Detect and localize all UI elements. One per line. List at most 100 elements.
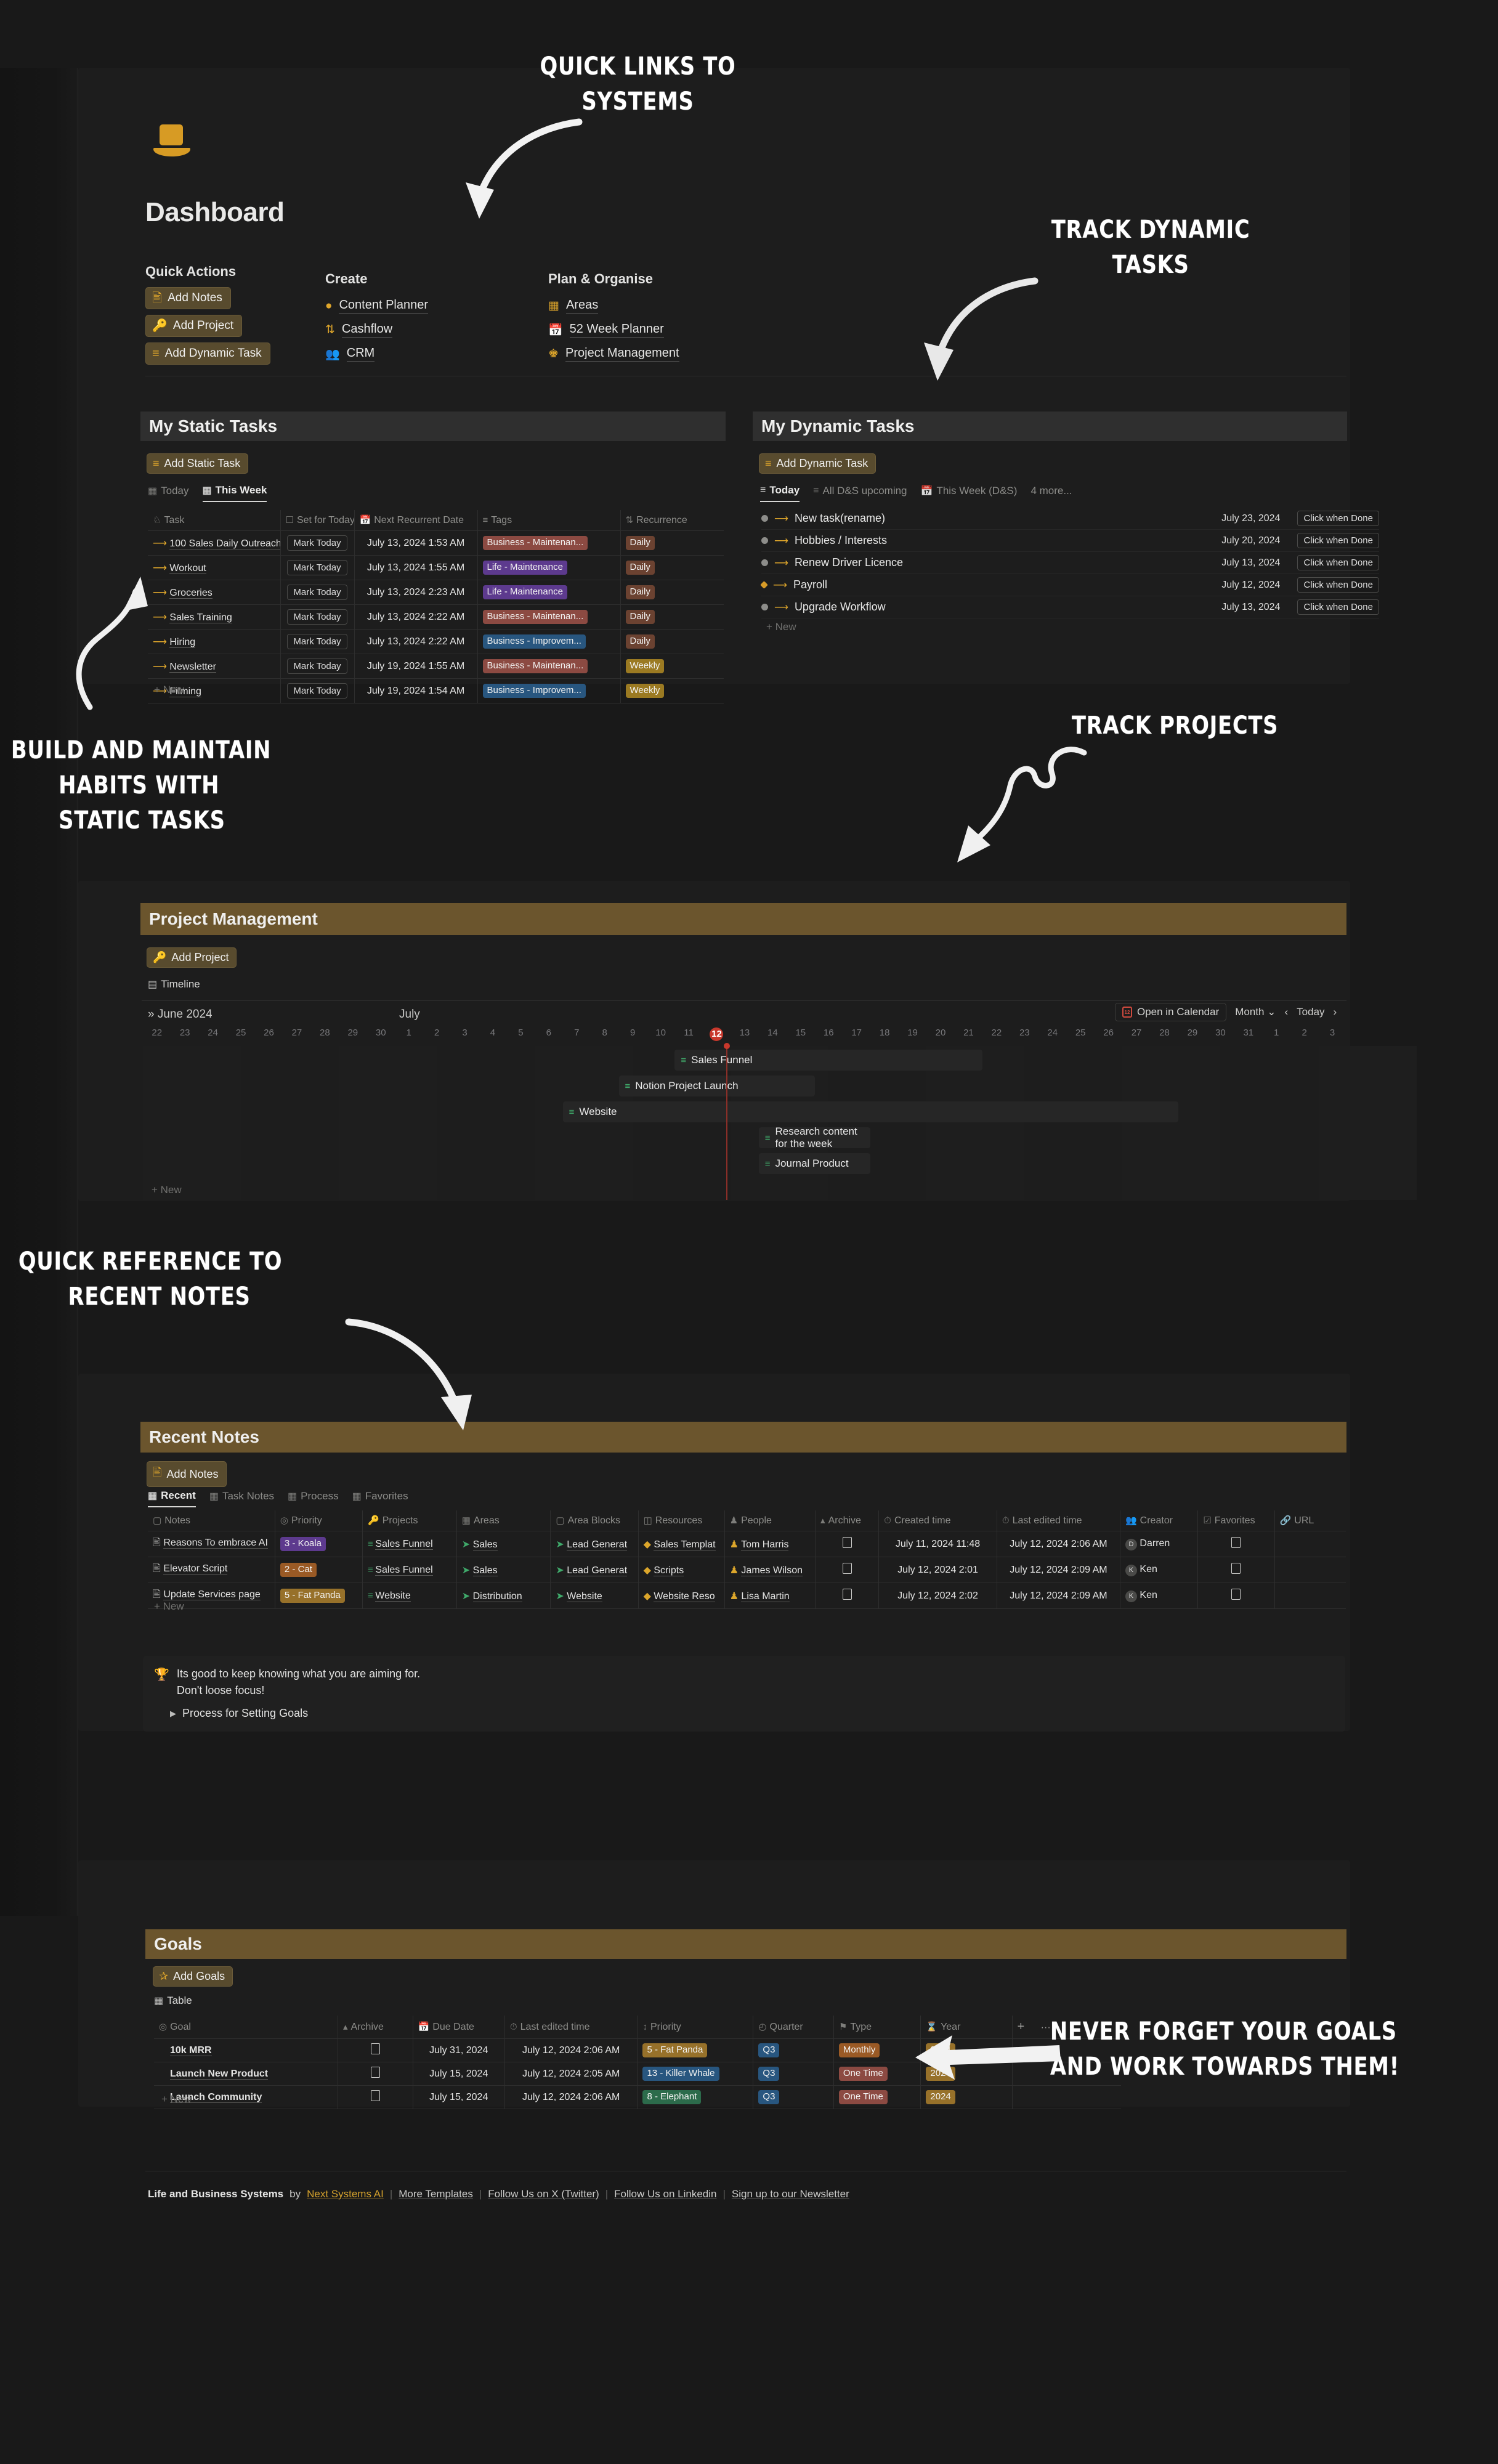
link-areas[interactable]: ▦ Areas xyxy=(548,298,679,314)
link-content-planner[interactable]: ● Content Planner xyxy=(325,298,429,314)
list-item[interactable]: ⟶ New task(rename) July 23, 2024 Click when… xyxy=(761,508,1379,530)
add-goals-button[interactable]: ✰ Add Goals xyxy=(153,1966,233,1987)
col-next-recurrent-date[interactable]: 📅 Next Recurrent Date xyxy=(354,510,478,531)
cell-note[interactable]: 🖹 Elevator Script xyxy=(148,1557,275,1583)
click-when-done-button[interactable]: Click when Done xyxy=(1297,511,1379,526)
cell-resource[interactable]: ◆ Website Reso xyxy=(638,1583,725,1609)
cell-quarter[interactable]: Q3 xyxy=(753,2062,834,2086)
col-notes[interactable]: ▢ Notes xyxy=(148,1510,275,1531)
cell-url[interactable] xyxy=(1274,1557,1346,1583)
col-priority[interactable]: ↕ Priority xyxy=(637,2016,754,2039)
cell-area-block[interactable]: ➤ Website xyxy=(550,1583,639,1609)
cell-task[interactable]: ⟶ Workout xyxy=(148,555,281,580)
table-row[interactable]: Launch Community July 15, 2024 July 12, 20… xyxy=(154,2085,1121,2109)
timeline-today-button[interactable]: Today xyxy=(1297,1006,1324,1018)
col-people[interactable]: ♟ People xyxy=(724,1510,816,1531)
timeline-bar[interactable]: ≡ Research content for the week xyxy=(758,1127,871,1148)
cell-archive[interactable] xyxy=(338,2038,413,2062)
cell-person[interactable]: ♟ Tom Harris xyxy=(724,1531,816,1557)
tab-static-today[interactable]: ▦ Today xyxy=(148,485,189,501)
cell-area-block[interactable]: ➤ Lead Generat xyxy=(550,1557,639,1583)
timeline-bar[interactable]: ≡ Notion Project Launch xyxy=(618,1076,815,1096)
col-resources[interactable]: ◫ Resources xyxy=(638,1510,725,1531)
cell-archive[interactable] xyxy=(815,1557,880,1583)
cell-person[interactable]: ♟ James Wilson xyxy=(724,1557,816,1583)
tab-dyn-more[interactable]: 4 more... xyxy=(1030,485,1072,501)
cell-priority[interactable]: 2 - Cat xyxy=(275,1557,363,1583)
timeline-next-button[interactable]: › xyxy=(1334,1006,1337,1018)
cell-set-for-today[interactable]: Mark Today xyxy=(280,604,355,630)
table-row[interactable]: 10k MRR July 31, 2024 July 12, 2024 2:06 A… xyxy=(154,2038,1121,2062)
add-notes-button[interactable]: 🖹 Add Notes xyxy=(145,287,231,309)
add-project-button-2[interactable]: 🔑 Add Project xyxy=(147,947,237,968)
cell-year[interactable]: 2024 xyxy=(920,2085,1013,2109)
col-type[interactable]: ⚑ Type xyxy=(833,2016,921,2039)
footer-link-linkedin[interactable]: Follow Us on Linkedin xyxy=(614,2188,716,2200)
cell-recurrence[interactable]: Daily xyxy=(620,604,724,630)
tab-static-this-week[interactable]: ▦ This Week xyxy=(202,484,267,502)
timeline-bar[interactable]: ≡ Journal Product xyxy=(758,1153,871,1174)
table-row[interactable]: ⟶ Hiring Mark Today July 13, 2024 2:22 AM B… xyxy=(148,629,724,654)
cell-set-for-today[interactable]: Mark Today xyxy=(280,629,355,654)
col-last-edited-time[interactable]: ⏱ Last edited time xyxy=(504,2016,638,2039)
col-goal[interactable]: ◎ Goal xyxy=(154,2016,339,2039)
cell-task[interactable]: ⟶ Newsletter xyxy=(148,654,281,679)
cell-recurrence[interactable]: Weekly xyxy=(620,678,724,703)
cell-task[interactable]: ⟶ Sales Training xyxy=(148,604,281,630)
cell-favorites[interactable] xyxy=(1197,1583,1275,1609)
cell-year[interactable]: 2024 xyxy=(920,2062,1013,2086)
recent-notes-new-row[interactable]: + New xyxy=(154,1600,184,1613)
tab-dyn-all-upcoming[interactable]: ≡ All D&S upcoming xyxy=(813,485,907,501)
col-priority[interactable]: ◎ Priority xyxy=(275,1510,363,1531)
timeline-prev-button[interactable]: ‹ xyxy=(1285,1006,1289,1018)
click-when-done-button[interactable]: Click when Done xyxy=(1297,555,1379,570)
table-row[interactable]: ⟶ 100 Sales Daily Outreach Mark Today July… xyxy=(148,530,724,556)
cell-tags[interactable]: Business - Maintenan... xyxy=(477,654,621,679)
tab-dyn-today[interactable]: ≡ Today xyxy=(760,484,800,502)
table-row[interactable]: ⟶ Groceries Mark Today July 13, 2024 2:23 … xyxy=(148,580,724,605)
col-set-for-today[interactable]: ☐ Set for Today xyxy=(280,510,355,531)
more-icon[interactable]: ··· xyxy=(1041,2022,1051,2033)
cell-set-for-today[interactable]: Mark Today xyxy=(280,530,355,556)
archive-checkbox[interactable] xyxy=(842,1589,852,1600)
cell-url[interactable] xyxy=(1274,1531,1346,1557)
cell-tags[interactable]: Life - Maintenance xyxy=(477,580,621,605)
footer-link-twitter[interactable]: Follow Us on X (Twitter) xyxy=(488,2188,599,2200)
col-area-blocks[interactable]: ▢ Area Blocks xyxy=(550,1510,639,1531)
tab-notes-process[interactable]: ▦ Process xyxy=(288,1490,339,1507)
cell-task[interactable]: ⟶ Hiring xyxy=(148,629,281,654)
cell-type[interactable]: One Time xyxy=(833,2062,921,2086)
col-favorites[interactable]: ☑ Favorites xyxy=(1197,1510,1275,1531)
cell-area[interactable]: ➤ Sales xyxy=(456,1531,551,1557)
cell-goal[interactable]: Launch New Product xyxy=(154,2062,339,2086)
archive-checkbox[interactable] xyxy=(842,1537,852,1548)
cell-archive[interactable] xyxy=(338,2085,413,2109)
cell-set-for-today[interactable]: Mark Today xyxy=(280,654,355,679)
cell-set-for-today[interactable]: Mark Today xyxy=(280,580,355,605)
add-dynamic-task-button[interactable]: ≡ Add Dynamic Task xyxy=(145,342,270,365)
col-year[interactable]: ⌛ Year xyxy=(920,2016,1013,2039)
cell-tags[interactable]: Business - Improvem... xyxy=(477,629,621,654)
cell-task[interactable]: ⟶ Groceries xyxy=(148,580,281,605)
col-archive[interactable]: ▴ Archive xyxy=(815,1510,880,1531)
col-areas[interactable]: ▦ Areas xyxy=(456,1510,551,1531)
cell-quarter[interactable]: Q3 xyxy=(753,2038,834,2062)
timeline-scale-select[interactable]: Month ⌄ xyxy=(1235,1006,1276,1018)
cell-tags[interactable]: Business - Improvem... xyxy=(477,678,621,703)
col-projects[interactable]: 🔑 Projects xyxy=(362,1510,457,1531)
cell-area-block[interactable]: ➤ Lead Generat xyxy=(550,1531,639,1557)
table-row[interactable]: 🖹 Update Services page 5 - Fat Panda ≡ Web… xyxy=(148,1583,1346,1609)
cell-year[interactable]: 2024 xyxy=(920,2038,1013,2062)
add-project-button[interactable]: 🔑 Add Project xyxy=(145,315,243,337)
table-row[interactable]: 🖹 Reasons To embrace AI 3 - Koala ≡ Sales … xyxy=(148,1531,1346,1557)
table-row[interactable]: ⟶ Filming Mark Today July 19, 2024 1:54 AM… xyxy=(148,678,724,703)
add-static-task-button[interactable]: ≡ Add Static Task xyxy=(147,453,249,474)
open-in-calendar-button[interactable]: Open in Calendar xyxy=(1115,1003,1227,1021)
col-last-edited-time[interactable]: ⏱ Last edited time xyxy=(997,1510,1120,1531)
footer-link-more-templates[interactable]: More Templates xyxy=(399,2188,473,2200)
cell-recurrence[interactable]: Daily xyxy=(620,629,724,654)
table-row[interactable]: ⟶ Newsletter Mark Today July 19, 2024 1:55… xyxy=(148,654,724,679)
cell-priority[interactable]: 5 - Fat Panda xyxy=(275,1583,363,1609)
list-item[interactable]: ⟶ Renew Driver Licence July 13, 2024 Click … xyxy=(761,552,1379,574)
cell-project[interactable]: ≡ Website xyxy=(362,1583,457,1609)
